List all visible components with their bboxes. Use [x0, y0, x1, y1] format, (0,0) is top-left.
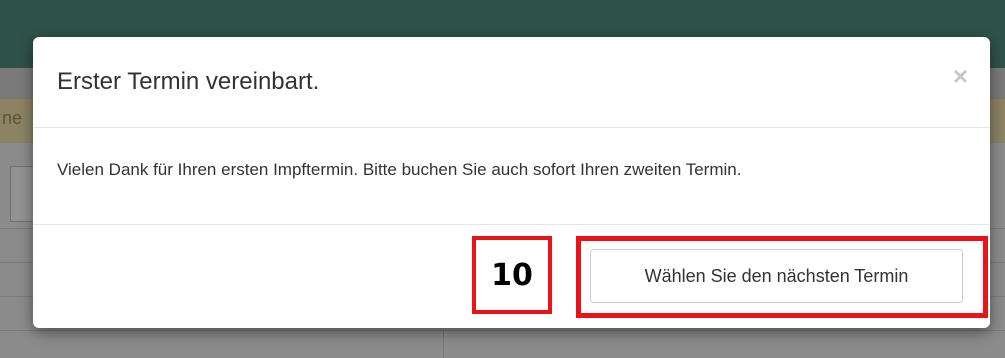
annotation-step-number: 10	[491, 257, 533, 293]
modal-message: Vielen Dank für Ihren ersten Impftermin.…	[57, 160, 742, 179]
close-icon: ×	[952, 61, 968, 91]
modal-header: Erster Termin vereinbart. ×	[33, 37, 990, 128]
choose-next-appointment-button[interactable]: Wählen Sie den nächsten Termin	[590, 249, 963, 303]
modal-title: Erster Termin vereinbart.	[57, 68, 320, 95]
modal-body: Vielen Dank für Ihren ersten Impftermin.…	[33, 128, 990, 225]
background-row-divider	[0, 330, 1005, 331]
background-alert-text: ne	[2, 108, 23, 128]
background-column-divider	[443, 330, 444, 358]
close-button[interactable]: ×	[953, 61, 968, 92]
annotation-step-label: 10	[472, 236, 552, 314]
